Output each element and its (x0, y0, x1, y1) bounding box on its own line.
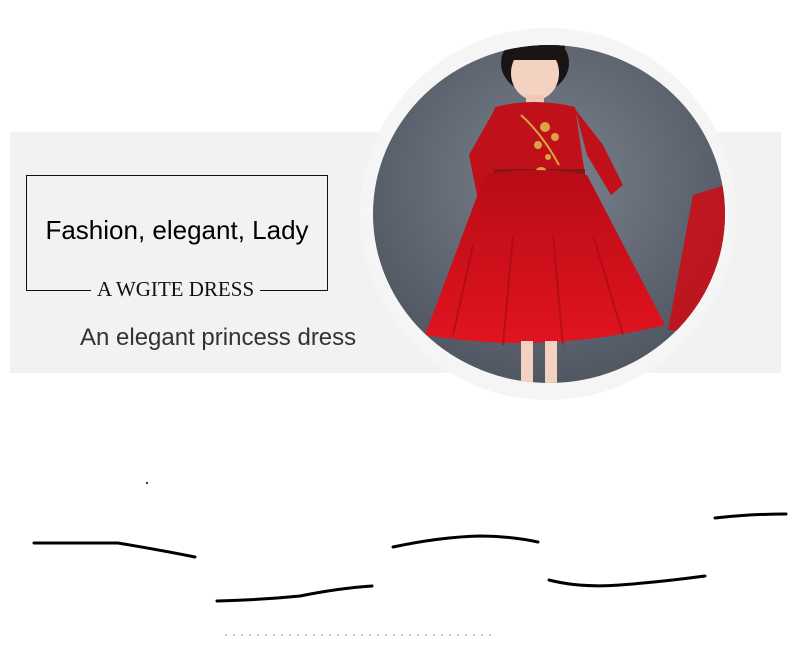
product-photo (373, 45, 725, 383)
subtitle: An elegant princess dress (80, 324, 357, 351)
product-detail-page: Fashion, elegant, Lady A WGITE DRESS An … (0, 0, 790, 670)
tagline: A WGITE DRESS (91, 275, 261, 303)
ink-scribbles (32, 482, 788, 636)
title-frame: Fashion, elegant, Lady A WGITE DRESS (26, 175, 328, 303)
headline: Fashion, elegant, Lady (45, 215, 309, 245)
